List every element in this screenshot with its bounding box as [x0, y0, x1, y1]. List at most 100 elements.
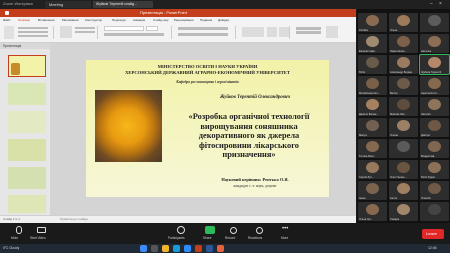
new-slide-button[interactable] [60, 26, 72, 38]
participant-avatar [366, 183, 379, 194]
participant-tile[interactable]: Данило Балан... [358, 97, 387, 116]
close-icon[interactable]: × [439, 1, 442, 7]
record-button[interactable]: Record [224, 226, 244, 242]
participant-tile[interactable] [389, 139, 418, 158]
participant-tile[interactable]: Юлія Рудик [420, 160, 449, 179]
leave-button[interactable]: Leave [422, 229, 444, 239]
font-name-select[interactable] [104, 26, 144, 31]
participant-tile[interactable]: Олена [389, 118, 418, 137]
tab-draw[interactable]: Малювання [62, 18, 78, 22]
participant-tile[interactable]: Максим Лаз... [389, 97, 418, 116]
weather-widget[interactable]: 5°C Cloudy [3, 246, 19, 250]
current-slide[interactable]: МІНІСТЕРСТВО ОСВІТИ І НАУКИ УКРАЇНИ ХЕРС… [86, 60, 329, 197]
tab-slides[interactable]: Жуйков Терентій слайд... [93, 1, 153, 8]
participant-tile[interactable]: Ольга Луг... [358, 202, 387, 221]
zoom-app-icon[interactable] [184, 245, 191, 252]
tab-meeting[interactable]: Meeting [45, 1, 91, 8]
tab-animations[interactable]: Анімація [133, 18, 145, 22]
participant-tile[interactable]: Александр Богдан [389, 55, 418, 74]
font-size-select[interactable] [146, 26, 158, 31]
word-app-icon[interactable] [206, 245, 213, 252]
minimize-icon[interactable]: – [430, 1, 433, 7]
designer-button[interactable] [326, 26, 338, 38]
tab-transitions[interactable]: Переходи [112, 18, 126, 22]
align-buttons[interactable] [178, 33, 228, 36]
layout-button[interactable] [75, 27, 95, 29]
participant-tile[interactable]: Ірина [358, 181, 387, 200]
paste-button[interactable] [4, 26, 14, 39]
participants-button[interactable]: Participants [168, 226, 194, 242]
list-buttons[interactable] [178, 27, 228, 30]
share-button[interactable]: Share [200, 226, 220, 242]
participant-avatar [397, 57, 410, 68]
participant-tile[interactable]: Ліана Кісеко... [389, 34, 418, 53]
tab-design[interactable]: Конструктор [85, 18, 102, 22]
notes-placeholder[interactable]: Примітки до слайда [60, 217, 88, 221]
participant-avatar [428, 99, 441, 110]
participant-tile[interactable]: Mariya [358, 118, 387, 137]
copy-button[interactable] [18, 31, 48, 33]
more-button[interactable]: ••• More [278, 226, 296, 242]
participant-tile[interactable]: Анастасія Сл... [420, 76, 449, 95]
participant-tile[interactable]: Владислав [420, 139, 449, 158]
participant-tile[interactable]: Тамара [389, 202, 418, 221]
participant-tile[interactable]: Юлія [358, 55, 387, 74]
save-icon[interactable] [5, 11, 9, 15]
tab-help[interactable]: Довідка [218, 18, 229, 22]
search-icon[interactable] [151, 245, 158, 252]
participant-tile[interactable]: Михайленко Ел... [358, 76, 387, 95]
slide-thumbnail-6[interactable] [8, 195, 46, 213]
tab-view[interactable]: Подання [200, 18, 212, 22]
edge-browser-icon[interactable] [173, 245, 180, 252]
mute-label: Mute [11, 236, 19, 240]
participant-tile[interactable]: Сергій Луп... [358, 160, 387, 179]
participant-tile[interactable]: Дмитро [420, 118, 449, 137]
cut-button[interactable] [18, 27, 48, 29]
participant-tile[interactable]: Антон [389, 181, 418, 200]
arrange-button[interactable] [267, 27, 277, 37]
participant-tile[interactable]: Ольга [389, 13, 418, 32]
file-explorer-icon[interactable] [162, 245, 169, 252]
tab-insert[interactable]: Вставлення [38, 18, 54, 22]
ribbon-tabs: Файл Основне Вставлення Малювання Констр… [0, 17, 356, 23]
participant-tile[interactable] [420, 13, 449, 32]
windows-start-icon[interactable] [140, 245, 147, 252]
participant-tile[interactable]: Наталія [420, 97, 449, 116]
participant-tile[interactable]: Олег Галаш... [389, 160, 418, 179]
participant-tile[interactable]: Олексій [420, 181, 449, 200]
slide-thumbnail-1[interactable] [8, 55, 46, 77]
format-painter-button[interactable] [18, 35, 48, 37]
powerpoint-app-icon[interactable] [195, 245, 202, 252]
clipboard-group [18, 26, 54, 39]
participant-tile[interactable] [420, 202, 449, 221]
participant-avatar [428, 120, 441, 131]
participant-name: Ліана Кісеко... [390, 50, 407, 53]
tab-file[interactable]: Файл [3, 18, 10, 22]
store-app-icon[interactable] [217, 245, 224, 252]
participant-tile[interactable]: Наталья [420, 34, 449, 53]
participant-tile[interactable]: Евгенія Сафі... [358, 34, 387, 53]
font-format-buttons[interactable] [104, 33, 164, 36]
participant-tile[interactable]: Жуйков Терентій [419, 54, 450, 75]
tab-home[interactable]: Основне [18, 18, 30, 22]
meeting-controls: Mute Start Video Participants Share Reco… [0, 223, 450, 244]
participant-tile[interactable]: Тетяна Раск... [358, 139, 387, 158]
window-controls[interactable]: – × [430, 1, 446, 7]
shapes-gallery[interactable] [242, 27, 264, 37]
slide-thumbnail-4[interactable] [8, 139, 46, 161]
slide-thumbnail-3[interactable] [8, 111, 46, 133]
slide-thumbnail-2[interactable] [8, 83, 46, 105]
paragraph-group [176, 26, 236, 39]
participant-tile[interactable]: Віктор [389, 76, 418, 95]
replace-button[interactable] [296, 31, 321, 34]
slide-thumbnail-5[interactable] [8, 167, 46, 189]
tab-review[interactable]: Рецензування [174, 18, 194, 22]
reactions-button[interactable]: Reactions [248, 226, 272, 242]
quick-styles-button[interactable] [279, 27, 289, 37]
mute-button[interactable]: Mute [8, 226, 32, 242]
participant-tile[interactable]: Kiro4ka [358, 13, 387, 32]
reset-button[interactable] [75, 31, 95, 33]
find-button[interactable] [296, 27, 321, 30]
tab-slideshow[interactable]: Слайд-шоу [153, 18, 169, 22]
video-button[interactable]: Start Video [30, 226, 56, 242]
